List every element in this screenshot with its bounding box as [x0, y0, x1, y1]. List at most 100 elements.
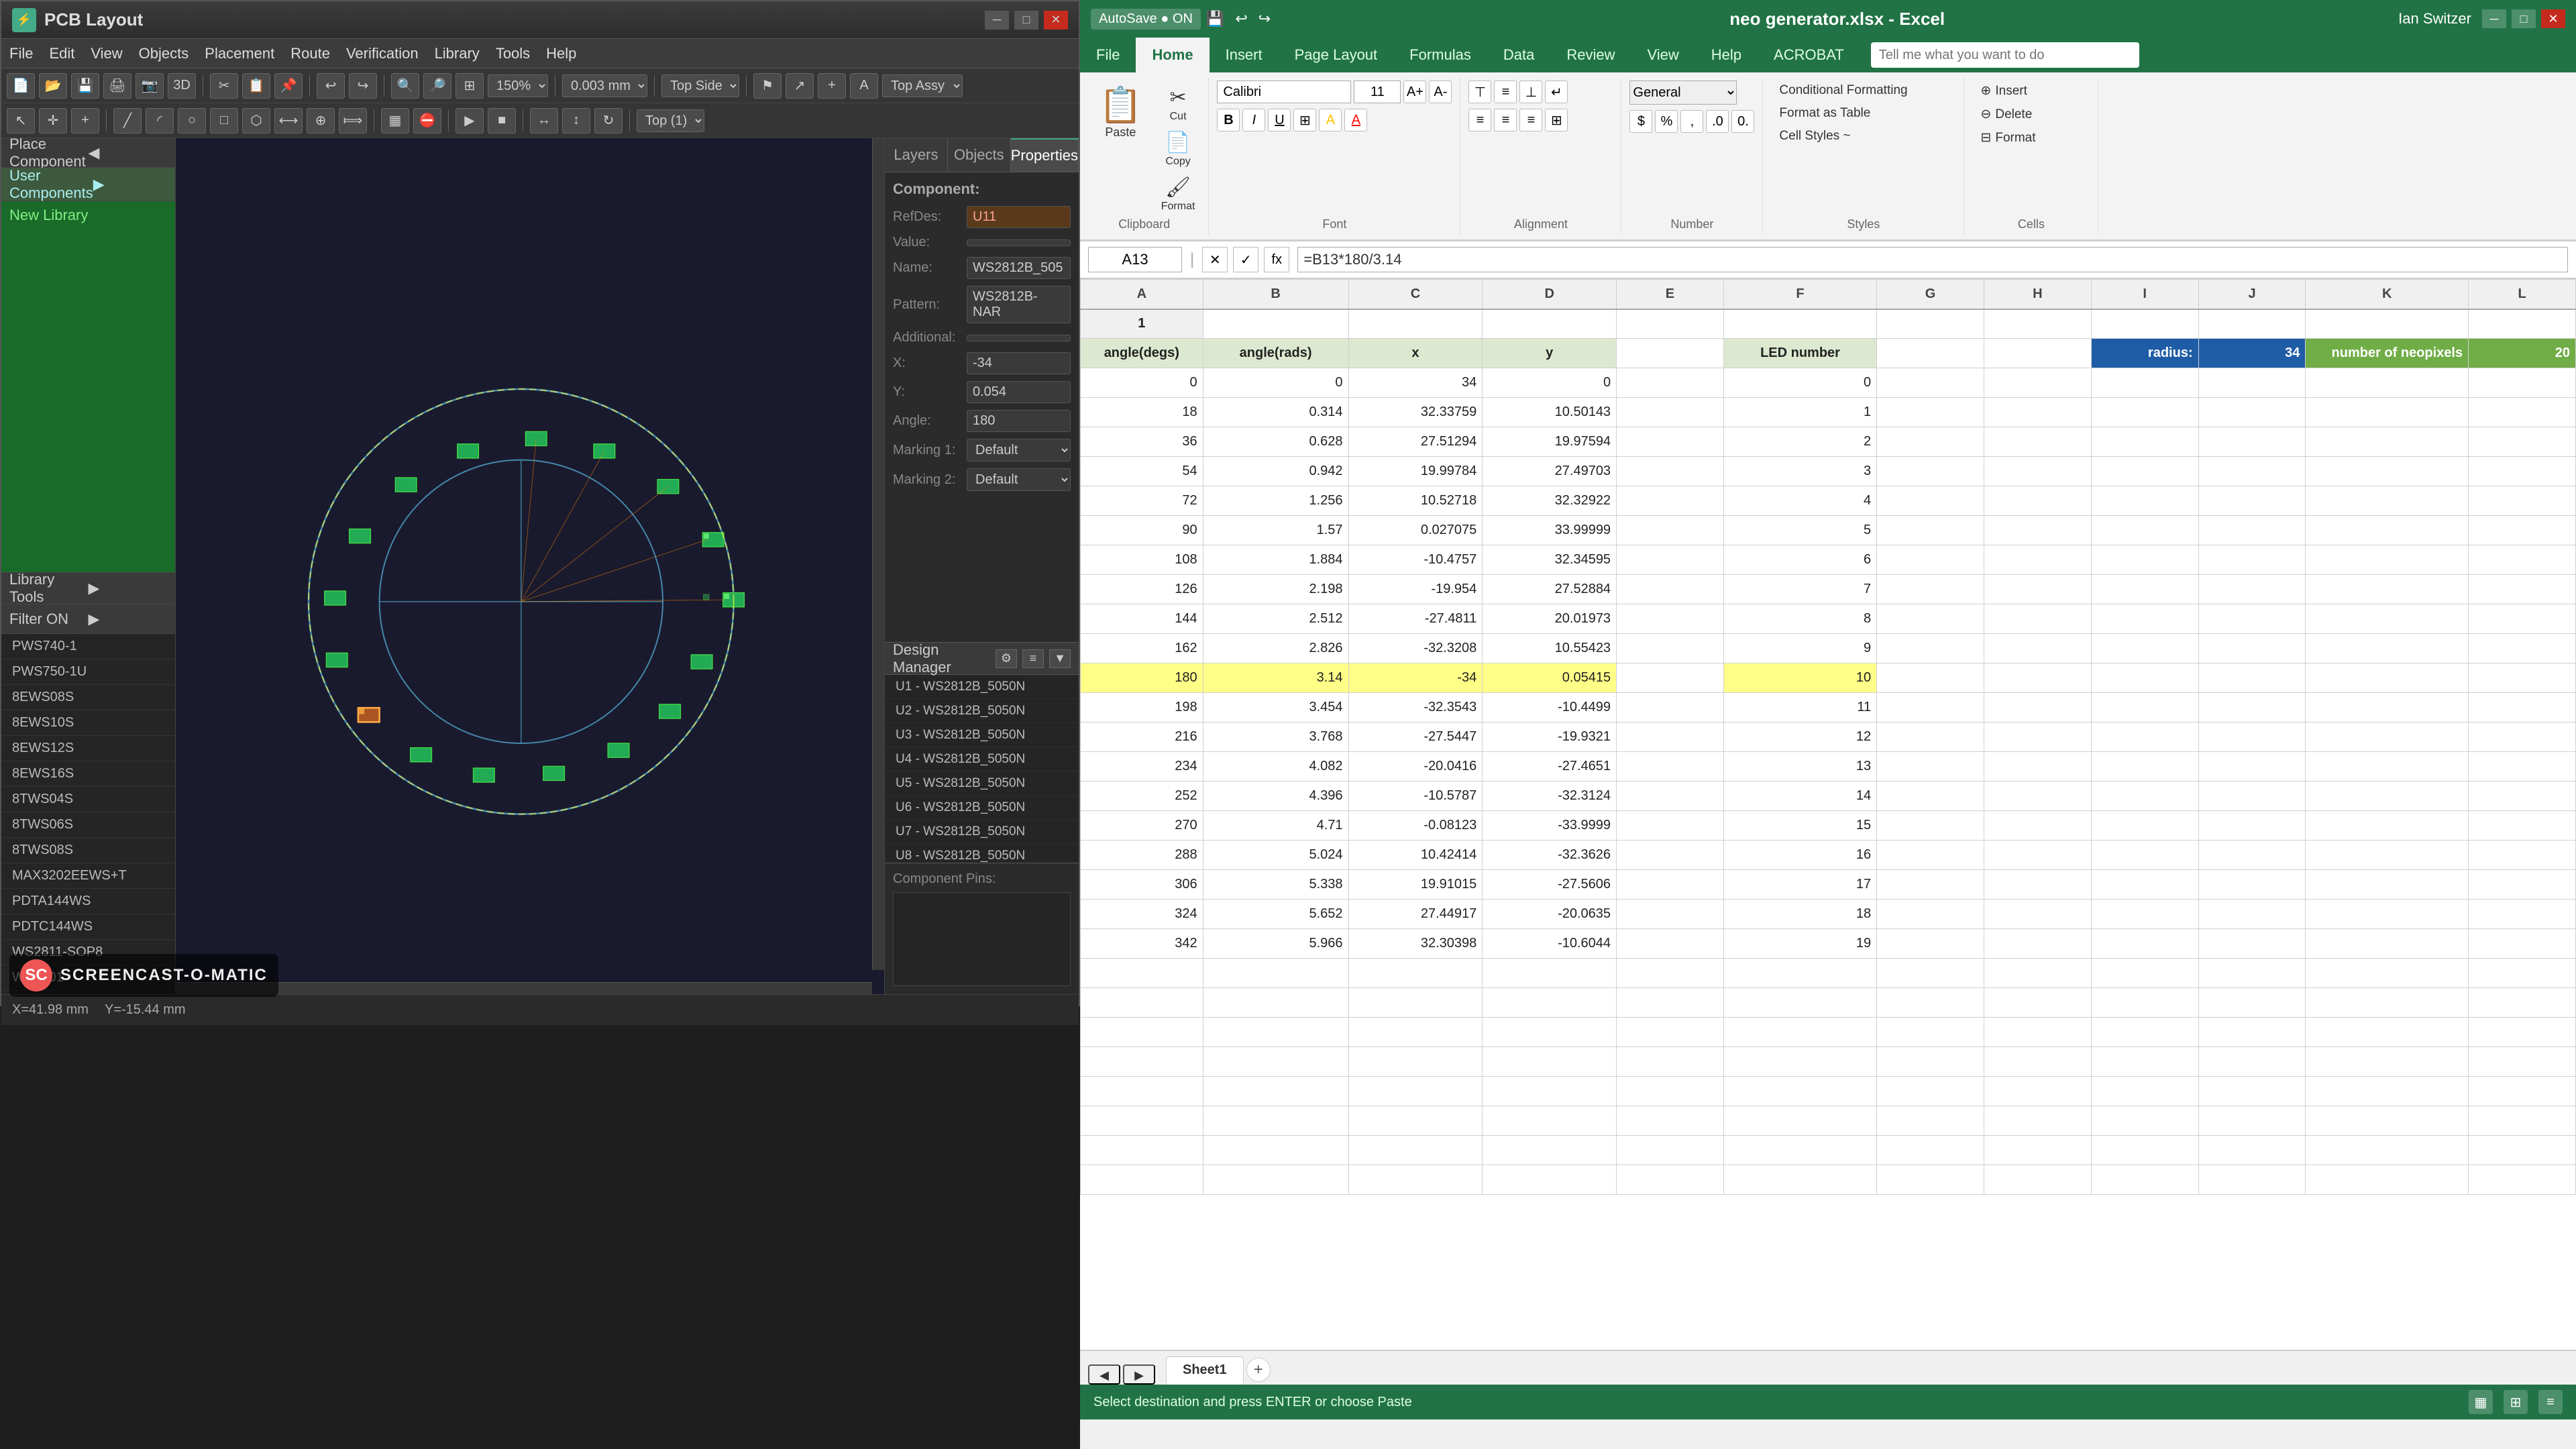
- cell-G24[interactable]: [1877, 988, 1984, 1018]
- cell-A29[interactable]: [1081, 1136, 1203, 1165]
- col-header-C[interactable]: C: [1348, 280, 1483, 309]
- cell-G1[interactable]: [1877, 309, 1984, 339]
- cell-F26[interactable]: [1723, 1047, 1876, 1077]
- cell-H8[interactable]: [1984, 516, 2091, 545]
- cell-K6[interactable]: [2306, 457, 2469, 486]
- col-header-E[interactable]: E: [1617, 280, 1724, 309]
- cell-D30[interactable]: [1483, 1165, 1617, 1195]
- cell-F22[interactable]: 19: [1723, 929, 1876, 959]
- pcb-menu-placement[interactable]: Placement: [205, 45, 274, 62]
- cell-A28[interactable]: [1081, 1106, 1203, 1136]
- cell-F3[interactable]: 0: [1723, 368, 1876, 398]
- cell-C7[interactable]: 10.52718: [1348, 486, 1483, 516]
- cell-D16[interactable]: -27.4651: [1483, 752, 1617, 782]
- cell-K16[interactable]: [2306, 752, 2469, 782]
- cell-H24[interactable]: [1984, 988, 2091, 1018]
- cell-F13[interactable]: 10: [1723, 663, 1876, 693]
- cell-I15[interactable]: [2091, 722, 2198, 752]
- new-library-item[interactable]: New Library: [1, 201, 175, 572]
- cell-H2[interactable]: [1984, 339, 2091, 368]
- cell-E1[interactable]: [1617, 309, 1724, 339]
- cell-F30[interactable]: [1723, 1165, 1876, 1195]
- toolbar2-run[interactable]: ▶: [455, 108, 484, 133]
- cell-L25[interactable]: [2469, 1018, 2576, 1047]
- toolbar-save[interactable]: 💾: [71, 73, 99, 99]
- cell-K10[interactable]: [2306, 575, 2469, 604]
- cell-H22[interactable]: [1984, 929, 2091, 959]
- ribbon-tab-view[interactable]: View: [1631, 38, 1695, 72]
- cell-I1[interactable]: [2091, 309, 2198, 339]
- cell-B19[interactable]: 5.024: [1203, 841, 1348, 870]
- formula-function-btn[interactable]: fx: [1264, 247, 1289, 272]
- underline-button[interactable]: U: [1268, 109, 1291, 131]
- cell-E8[interactable]: [1617, 516, 1724, 545]
- cell-B16[interactable]: 4.082: [1203, 752, 1348, 782]
- pcb-menu-file[interactable]: File: [9, 45, 33, 62]
- cell-H23[interactable]: [1984, 959, 2091, 988]
- cell-I30[interactable]: [2091, 1165, 2198, 1195]
- pcb-menu-tools[interactable]: Tools: [496, 45, 530, 62]
- cell-E21[interactable]: [1617, 900, 1724, 929]
- cell-C6[interactable]: 19.99784: [1348, 457, 1483, 486]
- cell-D1[interactable]: [1483, 309, 1617, 339]
- decrease-decimal-btn[interactable]: 0.: [1731, 110, 1754, 133]
- cell-G19[interactable]: [1877, 841, 1984, 870]
- cell-H18[interactable]: [1984, 811, 2091, 841]
- tab-properties[interactable]: Properties: [1011, 138, 1079, 172]
- cell-D18[interactable]: -33.9999: [1483, 811, 1617, 841]
- cell-E29[interactable]: [1617, 1136, 1724, 1165]
- tell-me-input[interactable]: [1871, 42, 2139, 68]
- cell-L5[interactable]: [2469, 427, 2576, 457]
- cell-J14[interactable]: [2198, 693, 2306, 722]
- sheet-tab-sheet1[interactable]: Sheet1: [1166, 1356, 1244, 1385]
- cell-A16[interactable]: 234: [1081, 752, 1203, 782]
- cell-A2[interactable]: angle(degs): [1081, 339, 1203, 368]
- cell-K26[interactable]: [2306, 1047, 2469, 1077]
- pcb-menu-help[interactable]: Help: [546, 45, 576, 62]
- cell-B2[interactable]: angle(rads): [1203, 339, 1348, 368]
- cell-F11[interactable]: 8: [1723, 604, 1876, 634]
- toolbar2-stop[interactable]: ■: [488, 108, 516, 133]
- cell-C19[interactable]: 10.42414: [1348, 841, 1483, 870]
- formula-input[interactable]: [1297, 247, 2568, 272]
- prop-y-value[interactable]: 0.054: [967, 381, 1071, 403]
- formula-cancel-btn[interactable]: ✕: [1202, 247, 1228, 272]
- cell-F19[interactable]: 16: [1723, 841, 1876, 870]
- grid-size-selector[interactable]: 0.003 mm: [562, 74, 647, 97]
- cell-I22[interactable]: [2091, 929, 2198, 959]
- layer-selector[interactable]: Top Side: [661, 74, 739, 97]
- cell-B24[interactable]: [1203, 988, 1348, 1018]
- cell-D6[interactable]: 27.49703: [1483, 457, 1617, 486]
- cell-J13[interactable]: [2198, 663, 2306, 693]
- cell-I16[interactable]: [2091, 752, 2198, 782]
- toolbar-open[interactable]: 📂: [39, 73, 67, 99]
- align-right-btn[interactable]: ≡: [1519, 109, 1542, 131]
- cell-F29[interactable]: [1723, 1136, 1876, 1165]
- cell-H20[interactable]: [1984, 870, 2091, 900]
- cell-A30[interactable]: [1081, 1165, 1203, 1195]
- cell-D2[interactable]: y: [1483, 339, 1617, 368]
- cell-E11[interactable]: [1617, 604, 1724, 634]
- cell-L18[interactable]: [2469, 811, 2576, 841]
- cell-G4[interactable]: [1877, 398, 1984, 427]
- toolbar2-pour[interactable]: ▦: [381, 108, 409, 133]
- cell-C26[interactable]: [1348, 1047, 1483, 1077]
- list-item[interactable]: 8TWS08S: [1, 838, 175, 863]
- pcb-menu-edit[interactable]: Edit: [49, 45, 74, 62]
- cell-D8[interactable]: 33.99999: [1483, 516, 1617, 545]
- cell-L7[interactable]: [2469, 486, 2576, 516]
- comma-btn[interactable]: ,: [1680, 110, 1703, 133]
- toolbar-copy[interactable]: 📋: [242, 73, 270, 99]
- list-item[interactable]: PDTA144WS: [1, 889, 175, 914]
- cell-H27[interactable]: [1984, 1077, 2091, 1106]
- cell-B20[interactable]: 5.338: [1203, 870, 1348, 900]
- toolbar2-arc[interactable]: ◜: [146, 108, 174, 133]
- cell-D25[interactable]: [1483, 1018, 1617, 1047]
- cell-K5[interactable]: [2306, 427, 2469, 457]
- cell-C20[interactable]: 19.91015: [1348, 870, 1483, 900]
- cell-A3[interactable]: 0: [1081, 368, 1203, 398]
- cell-B15[interactable]: 3.768: [1203, 722, 1348, 752]
- cell-A22[interactable]: 342: [1081, 929, 1203, 959]
- cell-B4[interactable]: 0.314: [1203, 398, 1348, 427]
- cell-A24[interactable]: [1081, 988, 1203, 1018]
